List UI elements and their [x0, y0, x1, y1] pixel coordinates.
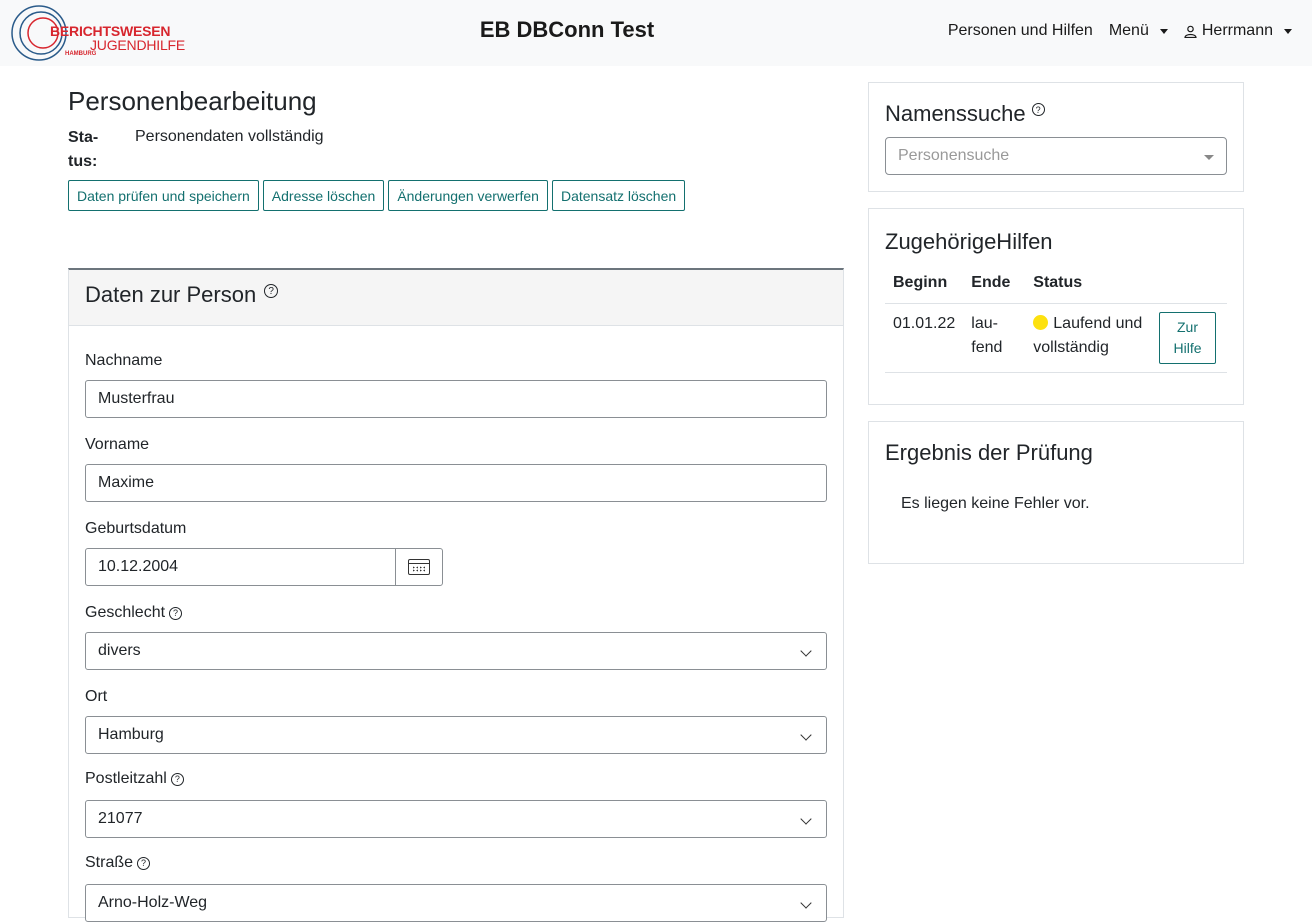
column-header-status: Status — [1025, 273, 1157, 304]
go-to-aid-line2: Hilfe — [1173, 339, 1202, 356]
chevron-down-icon — [800, 645, 812, 657]
go-to-aid-button[interactable]: Zur Hilfe — [1159, 311, 1216, 364]
cell-ende-line2: fend — [971, 338, 1003, 356]
help-icon[interactable]: ? — [264, 284, 279, 298]
check-result-title: Ergebnis der Prüfung — [885, 440, 1093, 465]
geschlecht-label-row: Geschlecht ? — [85, 604, 183, 622]
geschlecht-label: Geschlecht — [85, 604, 166, 621]
logo-text-hamburg: HAMBURG — [65, 51, 97, 57]
plz-label-row: Postleitzahl ? — [85, 770, 184, 788]
go-to-aid-line1: Zur — [1177, 318, 1198, 335]
ort-value: Hamburg — [98, 726, 164, 743]
name-search-card: Namenssuche ? Personensuche — [868, 82, 1244, 192]
strasse-select[interactable]: Arno-Holz-Weg — [85, 884, 827, 922]
calendar-icon — [408, 559, 430, 575]
ort-label: Ort — [85, 688, 108, 705]
delete-address-button[interactable]: Adresse löschen — [262, 180, 385, 211]
geschlecht-select[interactable]: divers — [85, 632, 827, 670]
action-buttons: Daten prüfen und speichern Adresse lösch… — [68, 180, 686, 211]
person-search-select[interactable]: Personensuche — [885, 137, 1227, 175]
person-card-title: Daten zur Person — [85, 282, 257, 307]
cell-ende-line1: lau- — [971, 314, 998, 332]
cell-status-line2: vollständig — [1033, 338, 1109, 356]
status-dot-icon — [1033, 314, 1049, 330]
person-data-card: Daten zur Person ? Nachname Musterfrau V… — [68, 268, 844, 922]
person-card-header: Daten zur Person ? — [69, 270, 843, 326]
strasse-value: Arno-Holz-Weg — [98, 894, 208, 911]
column-header-action — [1157, 273, 1227, 304]
save-button[interactable]: Daten prüfen und speichern — [68, 180, 259, 211]
geburtsdatum-label: Geburtsdatum — [85, 520, 187, 537]
geburtsdatum-input[interactable]: 10.12.2004 — [85, 548, 396, 586]
plz-value: 21077 — [98, 810, 143, 827]
help-icon[interactable]: ? — [169, 606, 183, 620]
name-search-title: Namenssuche — [885, 101, 1026, 126]
chevron-down-icon — [800, 897, 812, 909]
name-search-title-row: Namenssuche ? — [885, 101, 1045, 127]
table-header-row: Beginn Ende Status — [885, 273, 1227, 304]
status-label: Sta-tus: — [68, 129, 99, 170]
table-row: 01.01.22 lau- fend Laufend und vollständ… — [885, 303, 1227, 373]
person-search-placeholder: Personensuche — [898, 147, 1010, 164]
nav-menu-label: Menü — [1108, 22, 1149, 39]
help-icon[interactable]: ? — [1031, 103, 1045, 116]
vorname-label: Vorname — [85, 436, 150, 453]
status-value: Personendaten vollständig — [135, 128, 324, 145]
related-aids-title: ZugehörigeHilfen — [885, 229, 1053, 254]
top-navbar: BERICHTSWESEN JUGENDHILFE HAMBURG EB DBC… — [0, 0, 1312, 66]
column-header-beginn: Beginn — [885, 273, 964, 304]
nav-menu-dropdown[interactable]: Menü — [1109, 22, 1168, 40]
related-aids-card: ZugehörigeHilfen Beginn Ende Status 01.0… — [868, 208, 1244, 405]
geschlecht-value: divers — [98, 642, 141, 659]
nachname-input[interactable]: Musterfrau — [85, 380, 827, 418]
nachname-label: Nachname — [85, 352, 163, 369]
user-icon — [1184, 25, 1197, 38]
cell-status-line1: Laufend und — [1053, 314, 1143, 332]
cell-beginn: 01.01.22 — [885, 303, 964, 373]
nav-links: Personen und Hilfen Menü Herrmann — [948, 22, 1292, 40]
calendar-button[interactable] — [395, 548, 443, 586]
strasse-label-row: Straße ? — [85, 854, 151, 872]
discard-changes-button[interactable]: Änderungen verwerfen — [388, 180, 548, 211]
chevron-down-icon — [800, 813, 812, 825]
delete-record-button[interactable]: Datensatz löschen — [551, 180, 686, 211]
caret-down-icon — [1284, 28, 1292, 34]
help-icon[interactable]: ? — [137, 856, 151, 870]
plz-label: Postleitzahl — [85, 770, 167, 787]
chevron-down-icon — [800, 729, 812, 741]
vorname-input[interactable]: Maxime — [85, 464, 827, 502]
check-result-text: Es liegen keine Fehler vor. — [901, 495, 1090, 512]
caret-down-icon — [1159, 28, 1168, 34]
ort-select[interactable]: Hamburg — [85, 716, 827, 754]
dropdown-arrow-icon — [1204, 155, 1214, 160]
column-header-ende: Ende — [963, 273, 1026, 304]
nav-user-dropdown[interactable]: Herrmann — [1184, 22, 1292, 40]
check-result-card: Ergebnis der Prüfung Es liegen keine Feh… — [868, 421, 1244, 564]
cell-ende: lau- fend — [963, 303, 1026, 373]
help-icon[interactable]: ? — [170, 772, 184, 786]
nav-personen-label: Personen und Hilfen — [947, 22, 1093, 39]
nav-user-label: Herrmann — [1201, 22, 1273, 39]
plz-select[interactable]: 21077 — [85, 800, 827, 838]
strasse-label: Straße — [85, 854, 134, 871]
page-title: Personenbearbeitung — [68, 86, 317, 116]
nav-personen-hilfen[interactable]: Personen und Hilfen — [948, 22, 1093, 40]
cell-status: Laufend und vollständig — [1025, 303, 1157, 373]
cell-action: Zur Hilfe — [1157, 303, 1227, 373]
related-aids-table: Beginn Ende Status 01.01.22 lau- fend La… — [885, 273, 1227, 373]
